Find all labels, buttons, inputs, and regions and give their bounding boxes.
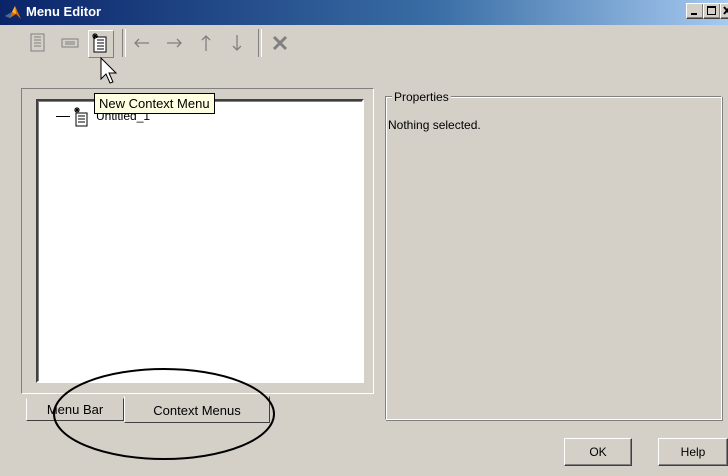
arrow-left-icon[interactable]	[132, 32, 152, 54]
maximize-icon	[707, 6, 716, 15]
new-context-menu-icon[interactable]	[90, 32, 110, 54]
properties-status: Nothing selected.	[388, 118, 481, 132]
ok-button[interactable]: OK	[564, 438, 632, 466]
window-title: Menu Editor	[26, 4, 102, 19]
new-menu-icon[interactable]	[28, 32, 48, 54]
maximize-button[interactable]	[703, 3, 721, 19]
arrow-right-icon[interactable]	[164, 32, 184, 54]
menu-tree[interactable]	[36, 99, 364, 383]
properties-legend: Properties	[392, 90, 451, 104]
tooltip: New Context Menu	[94, 93, 215, 114]
arrow-down-icon[interactable]	[227, 32, 247, 54]
mouse-cursor-icon	[100, 57, 118, 84]
delete-icon[interactable]	[270, 32, 290, 54]
minimize-button[interactable]	[686, 3, 704, 19]
toolbar-separator	[258, 29, 262, 57]
minimize-icon	[691, 13, 697, 15]
toolbar-separator	[122, 29, 126, 57]
tree-connector	[56, 116, 70, 117]
arrow-up-icon[interactable]	[196, 32, 216, 54]
title-bar	[0, 0, 728, 25]
help-button[interactable]: Help	[658, 438, 728, 466]
new-menu-item-icon[interactable]	[60, 32, 80, 54]
matlab-logo-icon	[5, 6, 21, 19]
annotation-ellipse	[53, 368, 275, 460]
close-button[interactable]	[720, 3, 728, 19]
properties-group	[385, 96, 722, 420]
context-menu-icon	[74, 107, 88, 127]
close-icon	[723, 6, 728, 15]
